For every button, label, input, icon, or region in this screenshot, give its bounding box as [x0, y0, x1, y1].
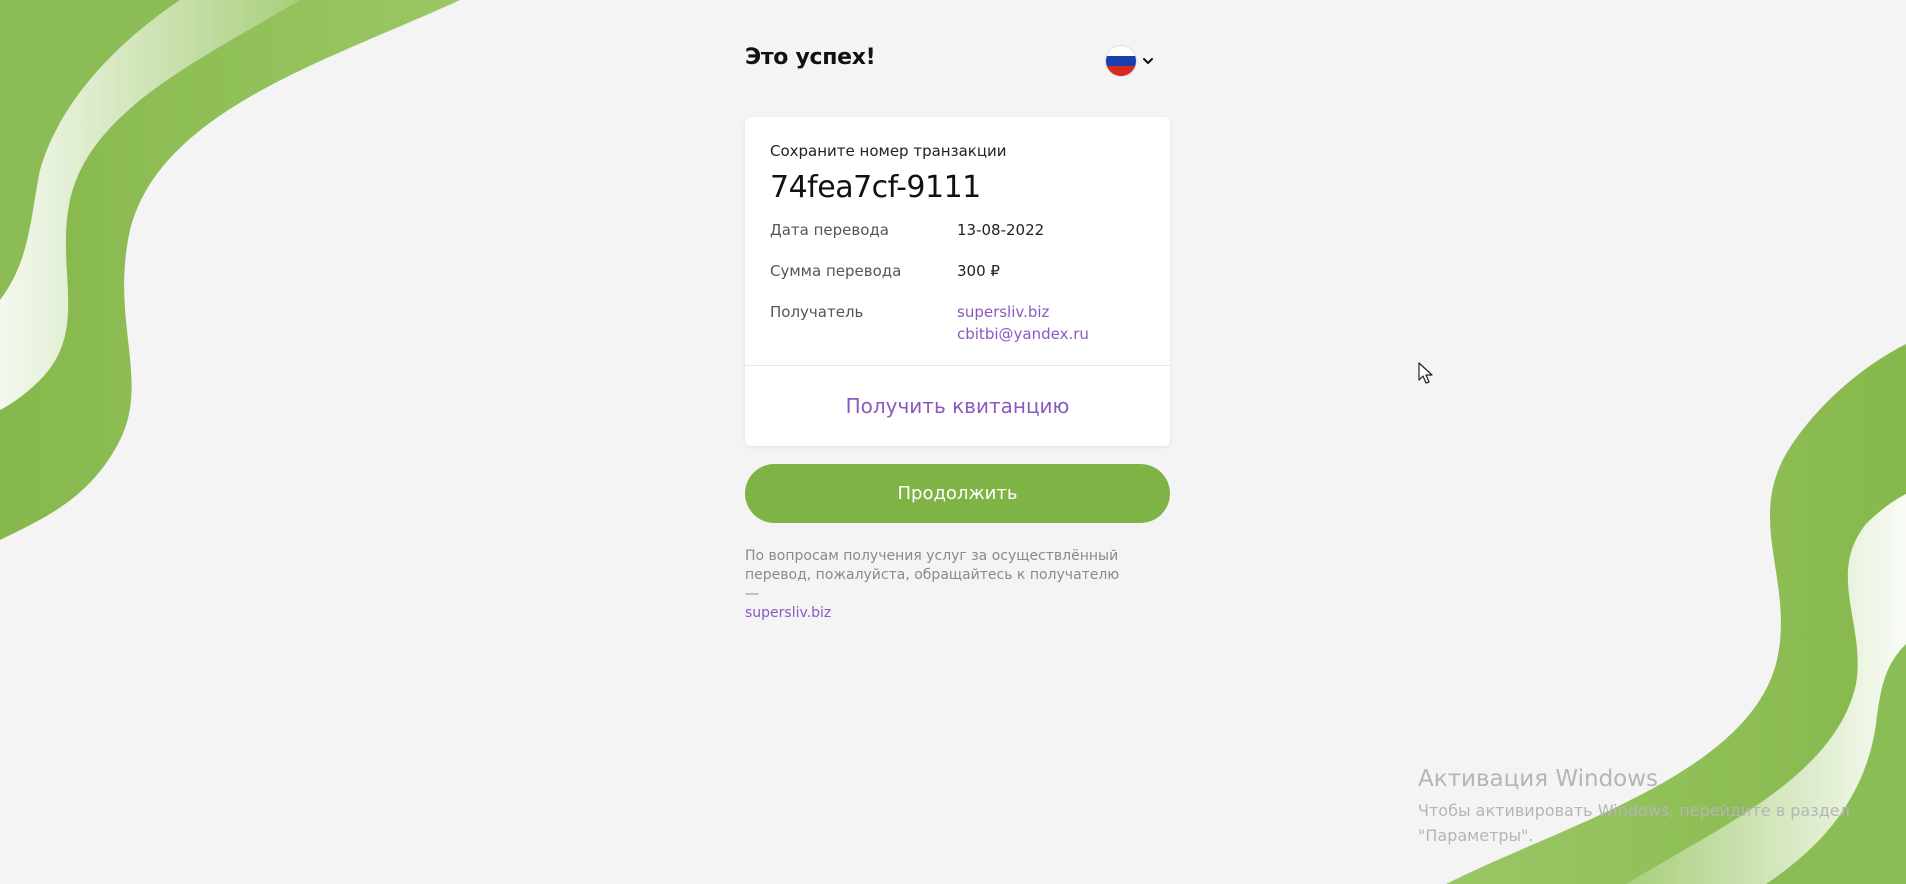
detail-row-date: Дата перевода 13-08-2022 — [770, 219, 1145, 241]
detail-label: Получатель — [770, 303, 864, 321]
save-transaction-label: Сохраните номер транзакции — [770, 142, 1007, 160]
continue-button[interactable]: Продолжить — [745, 464, 1170, 523]
get-receipt-button[interactable]: Получить квитанцию — [745, 365, 1170, 446]
support-note-text: По вопросам получения услуг за осуществл… — [745, 548, 1120, 602]
transaction-card: Сохраните номер транзакции 74fea7cf-9111… — [745, 117, 1170, 446]
detail-row-recipient: Получатель supersliv.biz cbitbi@yandex.r… — [770, 301, 1145, 345]
decorative-wave-left — [0, 0, 460, 540]
transaction-details: Сохраните номер транзакции 74fea7cf-9111… — [745, 117, 1170, 365]
detail-value: 300 ₽ — [957, 262, 1000, 280]
page-title: Это успех! — [745, 44, 876, 70]
activation-line2: "Параметры". — [1418, 826, 1534, 845]
transaction-id: 74fea7cf-9111 — [770, 170, 981, 205]
windows-activation-watermark: Активация Windows Чтобы активировать Win… — [1418, 766, 1850, 848]
mouse-cursor-icon — [1418, 362, 1433, 384]
detail-label: Сумма перевода — [770, 262, 902, 280]
recipient-site-link[interactable]: supersliv.biz — [957, 301, 1089, 323]
detail-row-amount: Сумма перевода 300 ₽ — [770, 260, 1145, 282]
language-selector[interactable] — [1106, 46, 1154, 76]
support-note-link[interactable]: supersliv.biz — [745, 604, 1130, 623]
activation-title: Активация Windows — [1418, 766, 1659, 792]
support-note: По вопросам получения услуг за осуществл… — [745, 547, 1130, 623]
success-panel: Это успех! Сохраните номер транзакции 74… — [745, 40, 1170, 623]
activation-line1: Чтобы активировать Windows, перейдите в … — [1418, 801, 1850, 820]
russia-flag-icon — [1106, 46, 1136, 76]
header: Это успех! — [745, 40, 1170, 80]
chevron-down-icon — [1143, 58, 1153, 64]
detail-value: 13-08-2022 — [957, 221, 1045, 239]
detail-label: Дата перевода — [770, 221, 889, 239]
recipient-value: supersliv.biz cbitbi@yandex.ru — [957, 301, 1089, 345]
recipient-email-link[interactable]: cbitbi@yandex.ru — [957, 323, 1089, 345]
